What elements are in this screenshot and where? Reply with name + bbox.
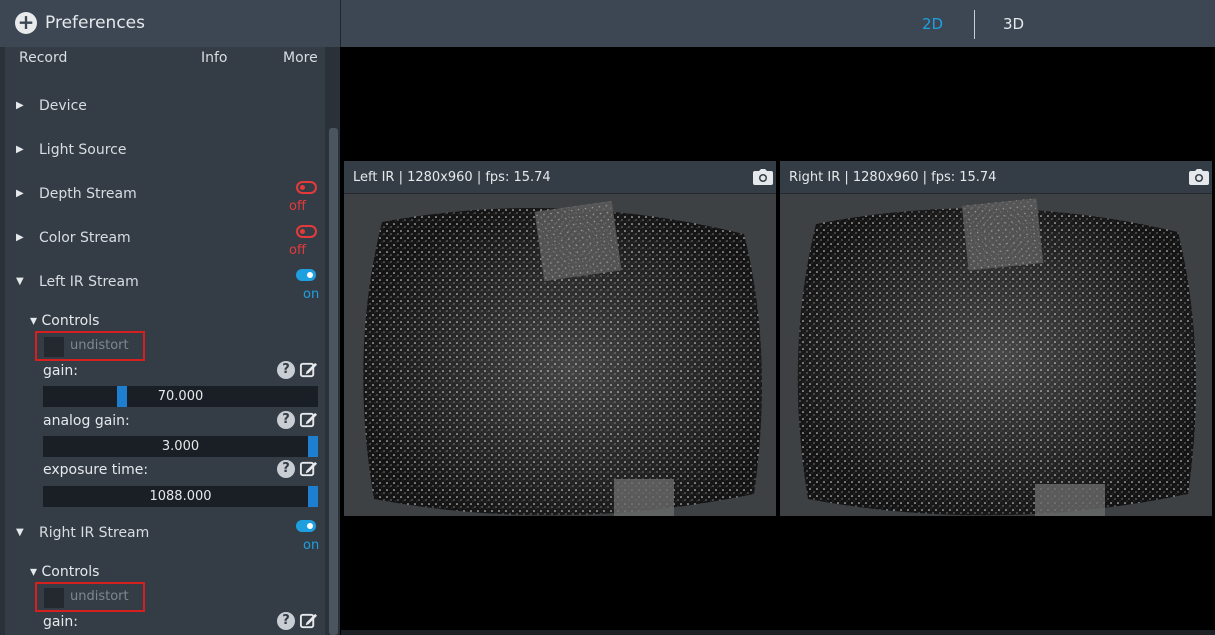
stream-light-source[interactable]: Light Source	[39, 142, 126, 158]
exposure-time-slider[interactable]: 1088.000	[43, 486, 318, 507]
stream-color[interactable]: Color Stream	[39, 230, 131, 246]
undistort-label: undistort	[70, 338, 129, 353]
help-icon[interactable]: ?	[277, 460, 295, 478]
tab-2d[interactable]: 2D	[922, 15, 943, 33]
expand-arrow-icon[interactable]: ▶	[16, 144, 24, 155]
edit-icon[interactable]	[299, 459, 318, 478]
ir-frame	[780, 194, 1212, 516]
controls-label: Controls	[41, 313, 100, 329]
undistort-label: undistort	[70, 589, 129, 604]
preferences-header: + Preferences	[0, 0, 341, 47]
left-controls-header[interactable]: ▾ Controls	[30, 313, 99, 329]
left-ir-viewer: Left IR | 1280x960 | fps: 15.74	[344, 161, 776, 516]
viewer-header: Left IR | 1280x960 | fps: 15.74	[344, 161, 776, 193]
stream-left-ir[interactable]: Left IR Stream	[39, 274, 139, 290]
stream-depth[interactable]: Depth Stream	[39, 186, 137, 202]
edit-icon[interactable]	[299, 360, 318, 379]
gain-slider[interactable]: 70.000	[43, 386, 318, 407]
exposure-time-label: exposure time:	[43, 462, 149, 478]
scrollbar-thumb[interactable]	[329, 128, 338, 635]
help-icon[interactable]: ?	[277, 612, 295, 630]
gain-label: gain:	[43, 363, 78, 379]
gain-label: gain:	[43, 614, 78, 630]
undistort-checkbox[interactable]	[44, 588, 64, 608]
exposure-time-value: 1088.000	[149, 489, 212, 504]
panel-edge	[0, 47, 5, 635]
stream-right-ir[interactable]: Right IR Stream	[39, 525, 149, 541]
expand-arrow-icon[interactable]: ▶	[16, 188, 24, 199]
stream-device[interactable]: Device	[39, 98, 87, 114]
undistort-checkbox[interactable]	[44, 337, 64, 357]
viewer-header: Right IR | 1280x960 | fps: 15.74	[780, 161, 1212, 193]
color-state: off	[289, 243, 306, 258]
depth-state: off	[289, 199, 306, 214]
viewer-title: Right IR | 1280x960 | fps: 15.74	[789, 170, 997, 185]
collapse-arrow-icon[interactable]: ▼	[16, 276, 24, 287]
right-ir-state: on	[303, 538, 320, 553]
menu-more[interactable]: More	[283, 50, 318, 66]
left-ir-state: on	[303, 287, 320, 302]
help-icon[interactable]: ?	[277, 361, 295, 379]
camera-icon[interactable]	[1189, 169, 1209, 185]
edit-icon[interactable]	[299, 611, 318, 630]
left-ir-image	[344, 194, 776, 516]
analog-gain-slider[interactable]: 3.000	[43, 436, 318, 457]
left-undistort-option: undistort	[35, 331, 145, 361]
collapse-arrow-icon[interactable]: ▼	[16, 527, 24, 538]
preferences-title: Preferences	[45, 13, 145, 33]
expand-arrow-icon[interactable]: ▶	[16, 232, 24, 243]
analog-gain-label: analog gain:	[43, 413, 130, 429]
edit-icon[interactable]	[299, 410, 318, 429]
tab-3d[interactable]: 3D	[1003, 15, 1024, 33]
menu-info[interactable]: Info	[201, 50, 228, 66]
controls-label: Controls	[41, 564, 100, 580]
viewer-title: Left IR | 1280x960 | fps: 15.74	[353, 170, 551, 185]
right-ir-image	[780, 194, 1212, 516]
depth-toggle[interactable]	[296, 181, 317, 194]
analog-gain-value: 3.000	[161, 439, 200, 454]
camera-icon[interactable]	[753, 169, 773, 185]
tab-divider	[974, 10, 975, 39]
right-ir-viewer: Right IR | 1280x960 | fps: 15.74	[780, 161, 1212, 516]
view-mode-bar	[341, 0, 1215, 47]
right-controls-header[interactable]: ▾ Controls	[30, 564, 99, 580]
add-icon[interactable]: +	[15, 12, 37, 34]
right-ir-toggle[interactable]	[296, 520, 316, 532]
help-icon[interactable]: ?	[277, 411, 295, 429]
gain-value: 70.000	[157, 389, 204, 404]
ir-frame	[344, 194, 776, 516]
expand-arrow-icon[interactable]: ▶	[16, 100, 24, 111]
menu-record[interactable]: Record	[19, 50, 67, 66]
right-undistort-option: undistort	[35, 582, 145, 612]
left-ir-toggle[interactable]	[296, 269, 316, 281]
color-toggle[interactable]	[296, 225, 317, 238]
status-strip	[341, 630, 1215, 635]
